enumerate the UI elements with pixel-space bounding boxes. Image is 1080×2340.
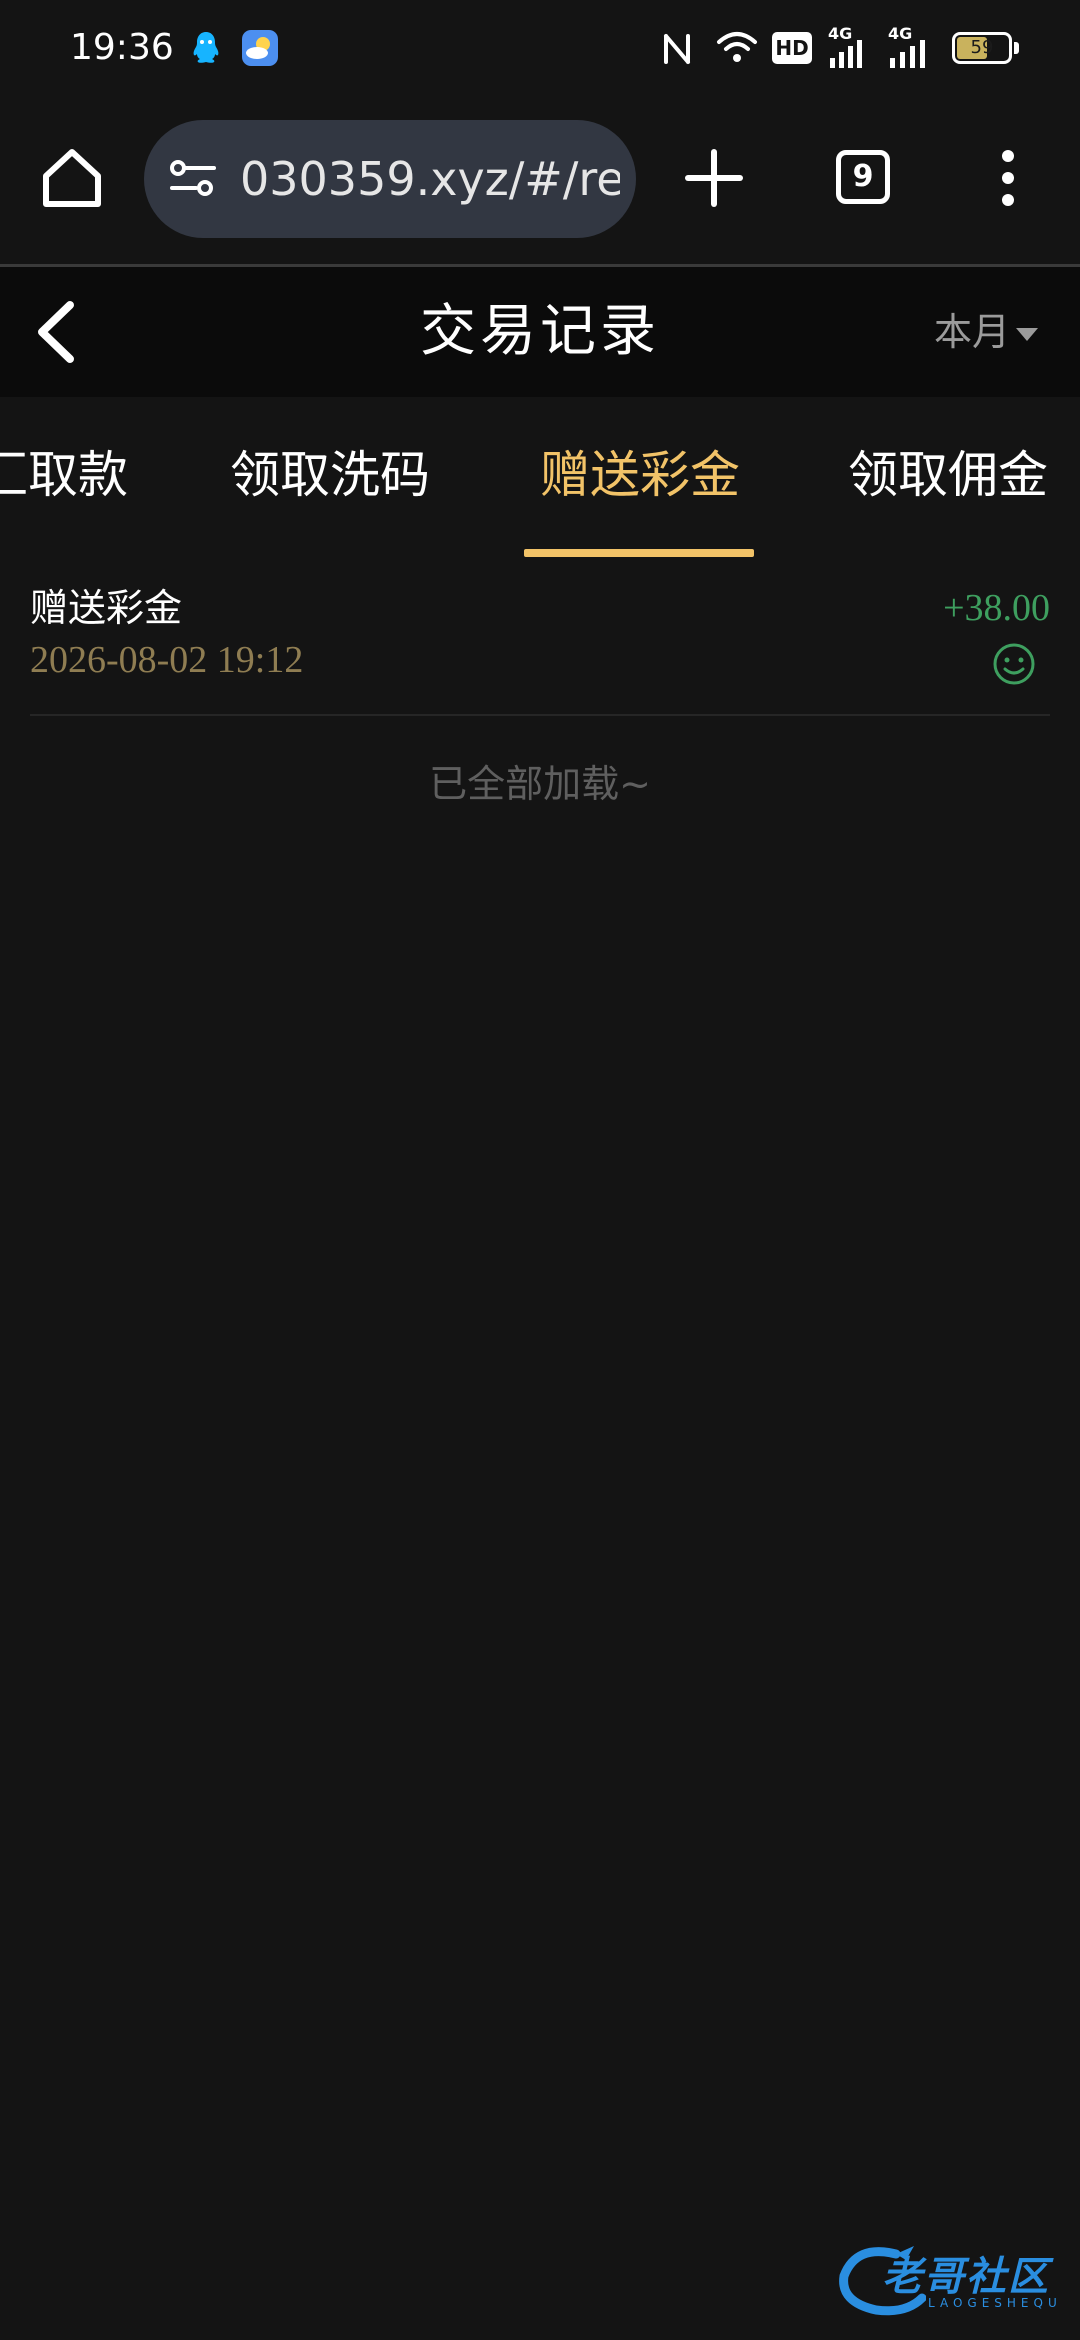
qq-icon	[193, 32, 219, 63]
plus-icon[interactable]	[680, 144, 748, 212]
period-label: 本月	[934, 310, 1011, 354]
record-time: 2026-08-02 19:12	[30, 639, 304, 681]
caret-down-icon	[1016, 328, 1039, 341]
period-select[interactable]: 本月	[934, 267, 1039, 397]
signal-icon: 4G	[888, 24, 932, 68]
wifi-icon	[717, 32, 757, 62]
tune-icon[interactable]	[168, 154, 218, 204]
watermark-text: 老哥社区	[882, 2254, 1050, 2300]
smile-icon	[993, 643, 1035, 685]
more-vert-icon[interactable]	[990, 146, 1026, 210]
list-end-text: 已全部加载~	[429, 762, 651, 806]
url-text[interactable]: 030359.xyz/#/rep	[240, 148, 620, 210]
address-bar[interactable]: 030359.xyz/#/rep	[144, 120, 636, 238]
tab-switcher-button[interactable]: 9	[836, 150, 890, 204]
page-header: 交易记录 本月	[0, 267, 1080, 397]
hd-icon: HD	[772, 32, 812, 64]
tab-rebate[interactable]: 领取洗码	[210, 435, 450, 515]
record-amount: +38.00	[943, 587, 1050, 629]
battery-tip	[1014, 42, 1019, 54]
tab-commission[interactable]: 领取佣金	[828, 435, 1068, 515]
watermark-logo: 老哥社区 LAOGESHEQU	[836, 2240, 1068, 2320]
record-type: 赠送彩金	[30, 586, 183, 630]
record-tabs: 汇取款 领取洗码 赠送彩金 领取佣金	[0, 397, 1080, 557]
browser-toolbar: 030359.xyz/#/rep 9	[0, 96, 1080, 266]
status-time: 19:36	[70, 27, 174, 68]
tab-deposit-withdraw[interactable]: 汇取款	[0, 435, 128, 515]
list-item[interactable]: 赠送彩金 2026-08-02 19:12 +38.00	[30, 572, 1050, 716]
tab-bonus[interactable]: 赠送彩金	[520, 435, 760, 515]
weather-icon	[242, 30, 278, 66]
active-tab-indicator	[524, 549, 754, 557]
watermark-subtext: LAOGESHEQU	[928, 2296, 1062, 2310]
battery-icon: 59	[952, 32, 1012, 64]
home-icon[interactable]	[36, 142, 108, 214]
chevron-left-icon[interactable]	[24, 295, 94, 369]
page-title: 交易记录	[420, 299, 660, 364]
signal-icon: 4G	[828, 24, 868, 68]
status-bar: 19:36 HD 4G 4G 59	[0, 0, 1080, 96]
nfc-icon	[664, 34, 690, 64]
